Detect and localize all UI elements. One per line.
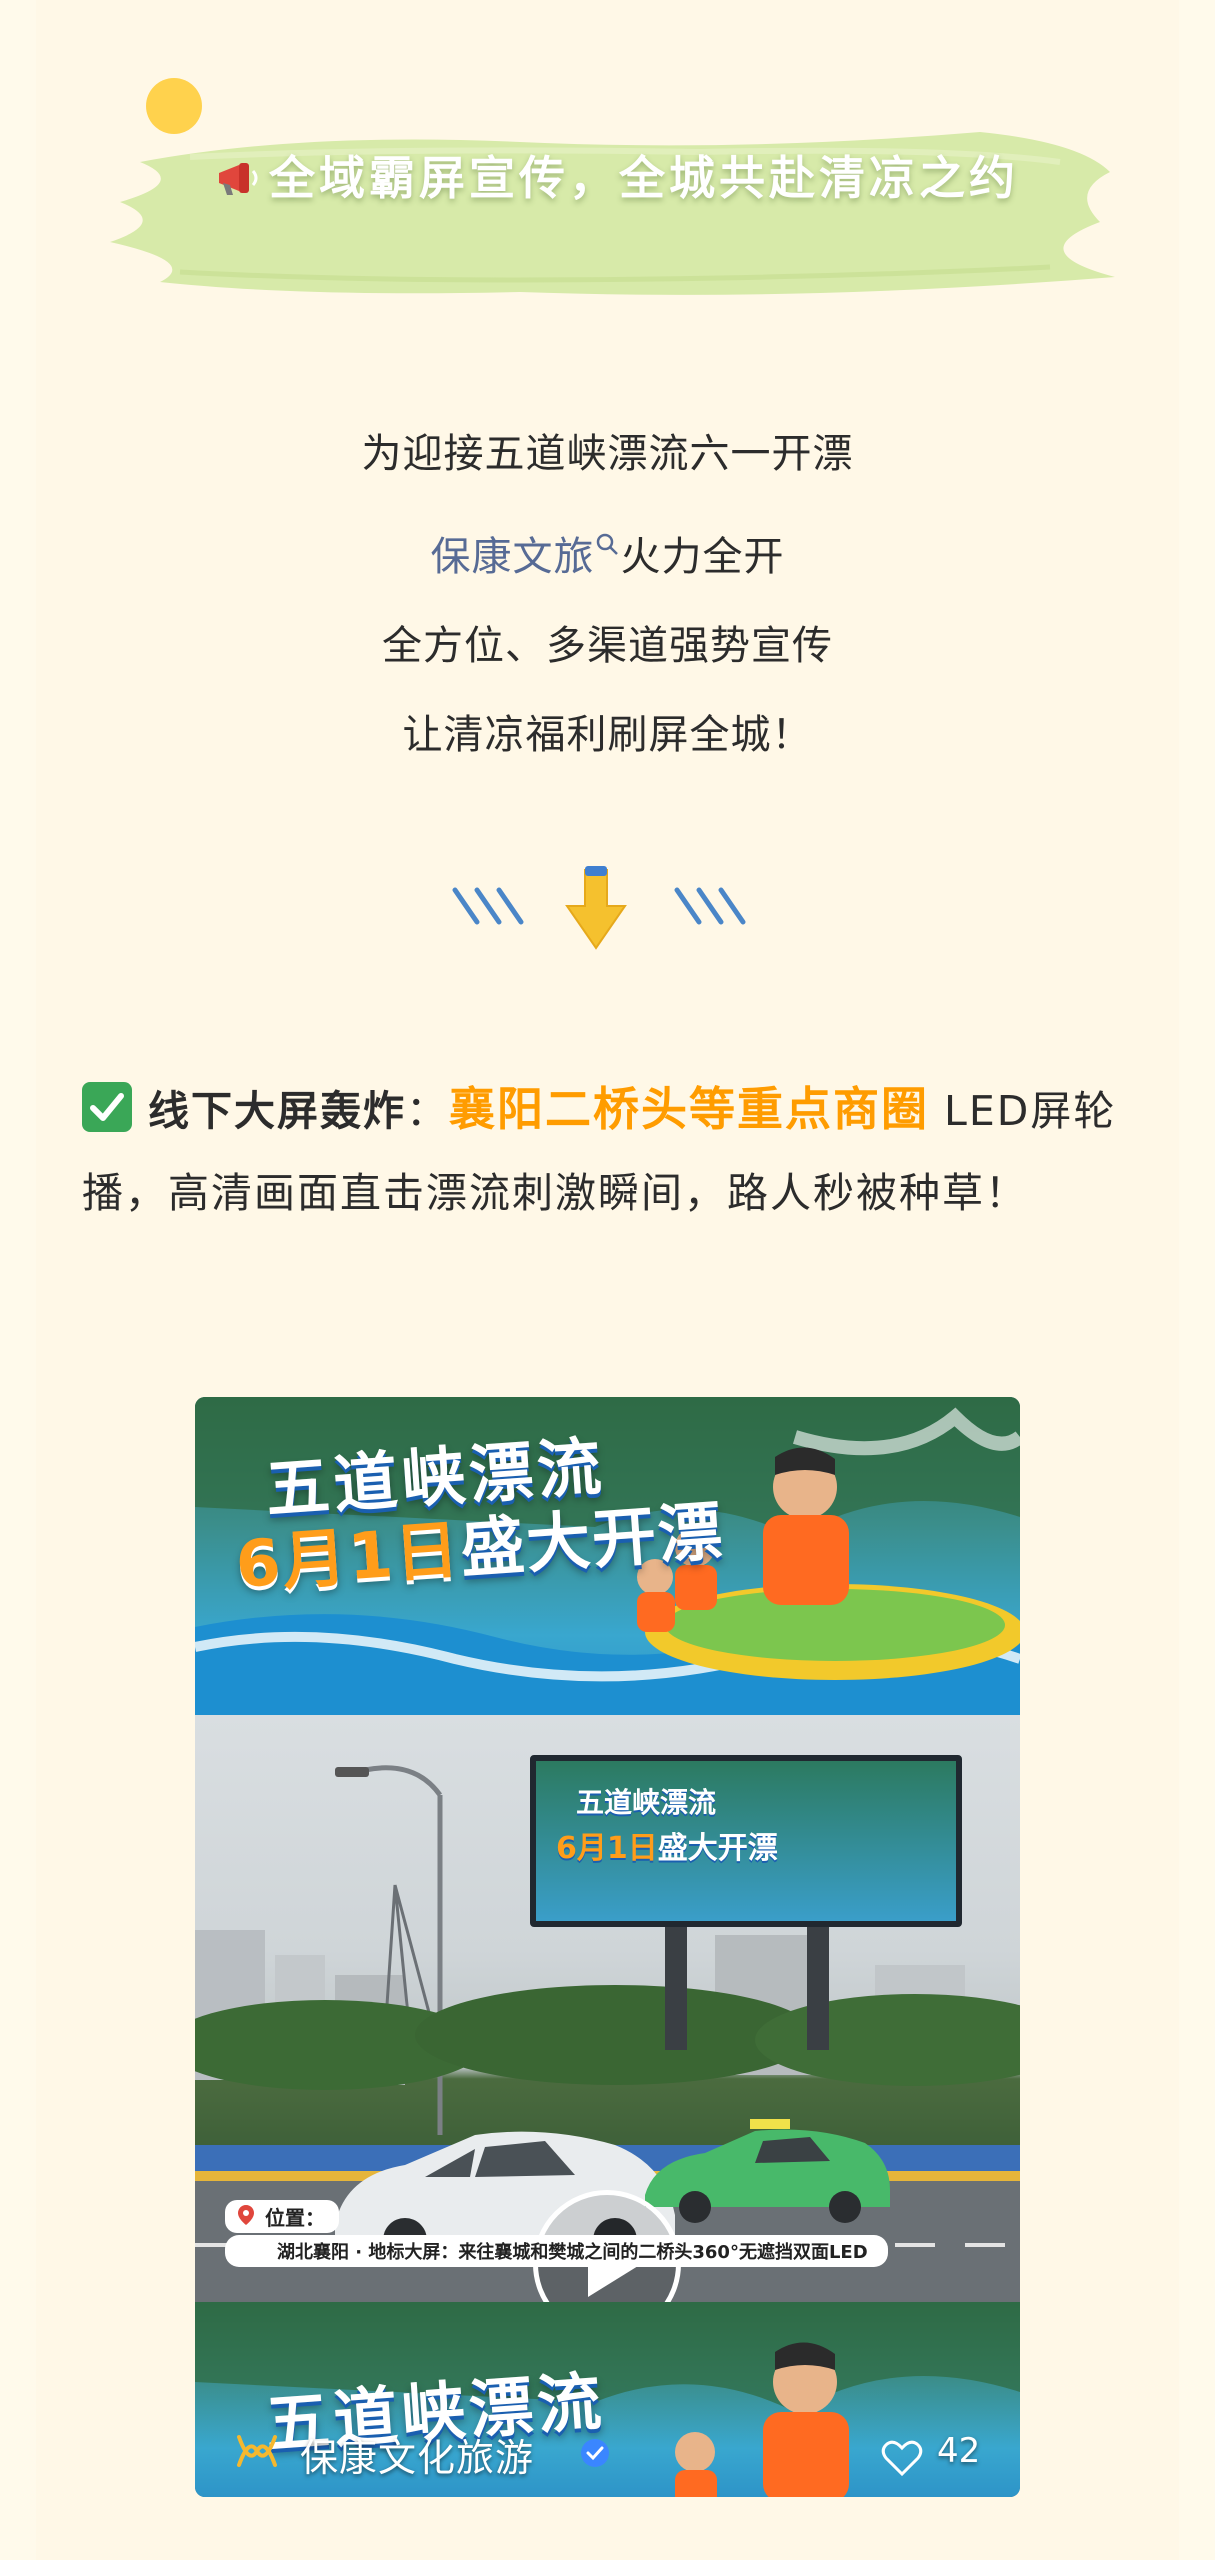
street-scene: 五道峡漂流 6月1日盛大开漂 位置： 湖北襄阳 · 地标大屏：来往襄城和樊城之间… xyxy=(195,1715,1020,2302)
billboard-date: 6月1日 xyxy=(556,1831,658,1866)
intro-line-1: 为迎接五道峡漂流六一开漂 xyxy=(361,431,854,477)
billboard-title: 五道峡漂流 xyxy=(576,1786,717,1819)
section-title: 全域霸屏宣传，全城共赴清凉之约 xyxy=(215,152,1035,209)
banner-rest: 盛大开漂 xyxy=(457,1495,727,1588)
billboard-pole xyxy=(807,1910,829,2050)
video-player[interactable]: 五道峡漂流 6月1日盛大开漂 五道峡漂流 6月1日盛大开漂 位置： 湖北襄阳 ·… xyxy=(195,1397,1020,2497)
highlight-location: 襄阳二桥头等重点商圈 xyxy=(449,1082,929,1136)
channel-logo-icon xyxy=(237,2435,277,2467)
paragraph-lead: 线下大屏轰炸 xyxy=(148,1087,406,1135)
location-description: 湖北襄阳 · 地标大屏：来往襄城和樊城之间的二桥头360°无遮挡双面LED xyxy=(225,2235,888,2267)
billboard-subtitle: 6月1日盛大开漂 xyxy=(556,1823,778,1867)
check-mark-icon xyxy=(82,1082,132,1132)
video-info-bar: 保康文化旅游 42 xyxy=(195,2397,1020,2497)
section-title-text: 全域霸屏宣传，全城共赴清凉之约 xyxy=(269,151,1019,205)
pointing-down-icon xyxy=(565,866,627,950)
intro-line-2: 保康文旅 火力全开 xyxy=(36,499,1179,602)
megaphone-icon xyxy=(215,157,263,209)
paragraph-colon: ： xyxy=(406,1087,449,1135)
led-billboard: 五道峡漂流 6月1日盛大开漂 xyxy=(530,1755,962,1927)
video-top-banner: 五道峡漂流 6月1日盛大开漂 xyxy=(195,1397,1020,1715)
billboard-rest: 盛大开漂 xyxy=(657,1831,778,1866)
location-pin-icon xyxy=(238,2205,254,2225)
down-arrow-divider xyxy=(452,866,746,950)
intro-line-4: 让清凉福利刷屏全城！ xyxy=(402,712,813,758)
channel-name[interactable]: 保康文化旅游 xyxy=(300,2427,534,2482)
promo-paragraph: 线下大屏轰炸：襄阳二桥头等重点商圈 LED屏轮播，高清画面直击漂流刺激瞬间，路人… xyxy=(82,1068,1152,1234)
verified-icon xyxy=(581,2439,609,2467)
intro-line-3: 全方位、多渠道强势宣传 xyxy=(382,623,833,669)
intro-text: 为迎接五道峡漂流六一开漂 保康文旅 火力全开 全方位、多渠道强势宣传 让清凉福利刷… xyxy=(36,410,1179,780)
intro-line-2-rest: 火力全开 xyxy=(620,534,785,580)
like-count: 42 xyxy=(937,2431,981,2471)
heart-icon[interactable] xyxy=(881,2439,923,2477)
billboard-pole xyxy=(665,1910,687,2050)
banner-date: 6月1日 xyxy=(233,1513,464,1603)
green-taxi xyxy=(645,2119,890,2223)
search-icon[interactable] xyxy=(595,499,619,588)
account-link[interactable]: 保康文旅 xyxy=(431,534,595,580)
